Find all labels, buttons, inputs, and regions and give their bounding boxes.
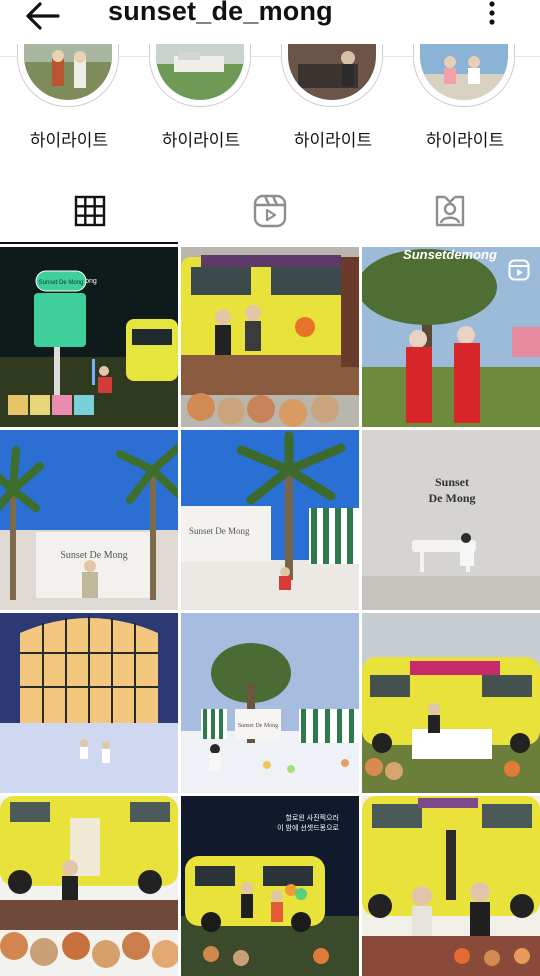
highlight-label: 하이라이트 [425, 131, 505, 150]
highlight-cover [281, 44, 383, 107]
more-vertical-icon[interactable] [484, 0, 500, 28]
highlight-thumbnail [288, 44, 376, 100]
highlight-label: 하이라이트 [29, 131, 109, 150]
tab-reels[interactable] [180, 178, 360, 244]
highlight-thumbnail [24, 44, 112, 100]
wall-text: Sunset De Mong [189, 526, 250, 536]
tagged-user-icon [435, 195, 465, 227]
highlight-cover [17, 44, 119, 107]
post-image: 할로윈 사진찍으러 이 밤에 선셋드몽으로 [181, 796, 359, 976]
grid-icon [74, 195, 106, 227]
highlight-thumbnail [420, 44, 508, 100]
highlight-item[interactable]: 하이라이트 [146, 44, 256, 156]
post-image: Sunset De Mong [0, 430, 178, 610]
active-tab-indicator [0, 242, 178, 244]
post-thumbnail[interactable] [362, 613, 540, 793]
highlight-label: 하이라이트 [293, 131, 373, 150]
post-overlay-text: Sunsetdemong [403, 247, 497, 262]
reels-icon [253, 194, 287, 228]
wall-text-line2: De Mong [429, 491, 476, 505]
reel-icon [508, 259, 530, 281]
wall-text: Sunset De Mong [238, 723, 278, 729]
post-thumbnail[interactable]: Sunset De Mong [181, 613, 359, 793]
post-image: Sunset De Mong [181, 613, 359, 793]
post-thumbnail[interactable]: Sunset De Mong [0, 430, 178, 610]
profile-tabs [0, 178, 540, 246]
post-image: Sunset De Mong [362, 430, 540, 610]
post-thumbnail[interactable] [0, 796, 178, 976]
post-thumbnail[interactable]: @sunset_de_mong Sunset De Mong [0, 247, 178, 427]
story-highlights: 하이라이트 하이라이트 하이라이트 하이라이트 [0, 44, 540, 156]
caption-line2: 이 밤에 선셋드몽으로 [277, 823, 339, 832]
wall-text-line1: Sunset [435, 475, 469, 489]
highlight-label: 하이라이트 [161, 131, 241, 150]
highlight-item[interactable]: 하이라이트 [14, 44, 124, 156]
highlight-item[interactable]: 하이라이트 [410, 44, 520, 156]
highlight-cover [413, 44, 515, 107]
post-image [0, 613, 178, 793]
post-image [181, 247, 359, 427]
post-image: Sunset De Mong [181, 430, 359, 610]
arrow-left-icon[interactable] [22, 0, 62, 32]
post-thumbnail[interactable] [362, 796, 540, 976]
post-image [362, 613, 540, 793]
wall-text: Sunset De Mong [60, 550, 127, 561]
highlight-cover [149, 44, 251, 107]
tab-tagged[interactable] [360, 178, 540, 244]
sign-title: Sunset De Mong [39, 280, 84, 286]
highlight-item[interactable]: 하이라이트 [278, 44, 388, 156]
caption-line1: 할로윈 사진찍으러 [286, 813, 339, 822]
post-thumbnail[interactable] [181, 247, 359, 427]
profile-username: sunset_de_mong [108, 0, 333, 26]
post-thumbnail[interactable]: Sunsetdemong [362, 247, 540, 427]
post-thumbnail[interactable]: 할로윈 사진찍으러 이 밤에 선셋드몽으로 [181, 796, 359, 976]
post-thumbnail[interactable] [0, 613, 178, 793]
tab-grid[interactable] [0, 178, 180, 244]
post-thumbnail[interactable]: Sunset De Mong [181, 430, 359, 610]
post-image [0, 796, 178, 976]
post-image [362, 796, 540, 976]
post-thumbnail[interactable]: Sunset De Mong [362, 430, 540, 610]
highlight-thumbnail [156, 44, 244, 100]
post-image: @sunset_de_mong Sunset De Mong [0, 247, 178, 427]
